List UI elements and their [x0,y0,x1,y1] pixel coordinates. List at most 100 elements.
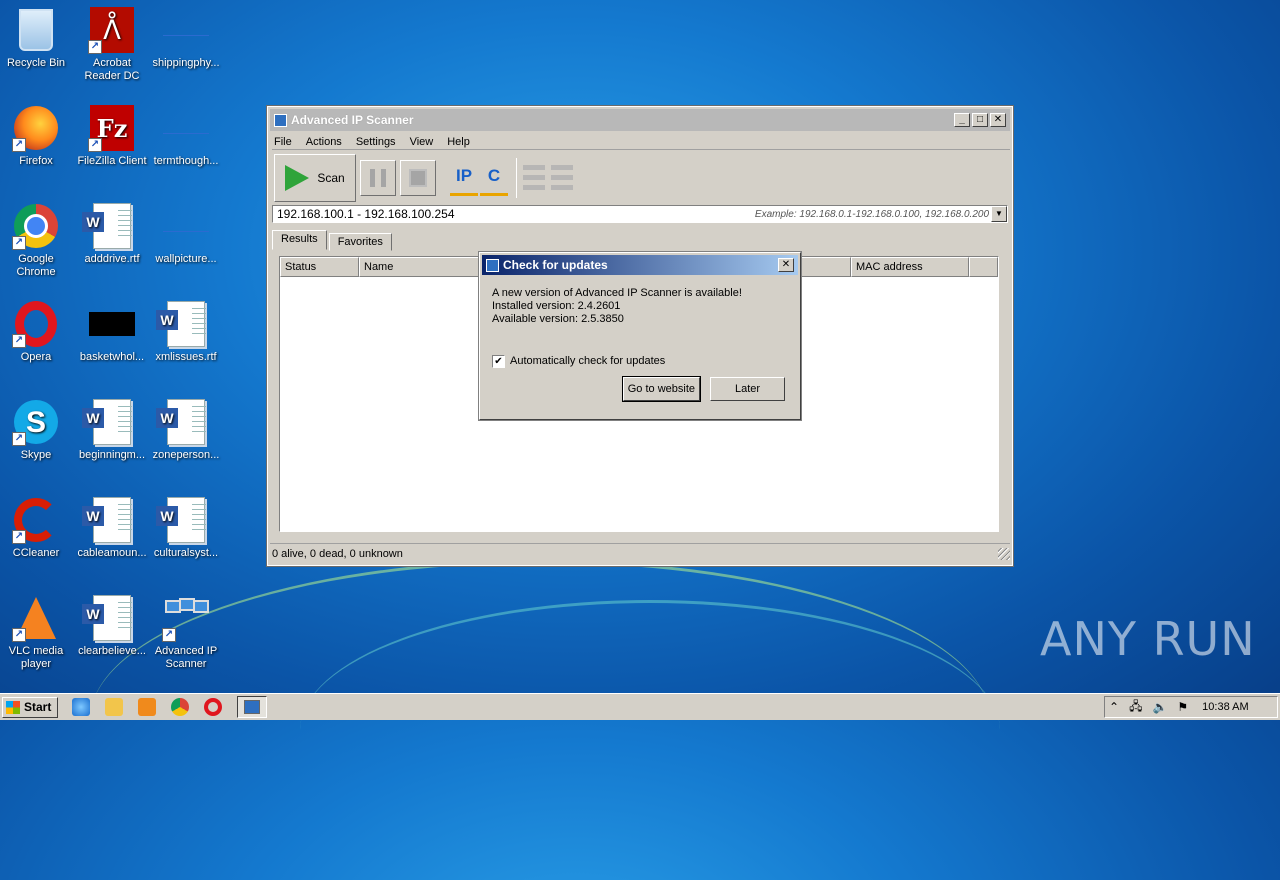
chrome-icon: ↗ [12,202,60,250]
desktop-icon-beginningm[interactable]: W beginningm... [74,398,150,462]
clock[interactable]: 10:38 AM [1202,701,1248,713]
desktop-icon-ccleaner[interactable]: ↗ CCleaner [0,496,74,560]
tab-results[interactable]: Results [272,230,327,250]
collapse-all-icon[interactable] [551,164,573,191]
desktop-icon-recycle-bin[interactable]: Recycle Bin [0,6,74,70]
update-message: A new version of Advanced IP Scanner is … [492,287,742,299]
blank-file-icon [162,104,210,152]
desktop-icon-wallpicture[interactable]: wallpicture... [148,202,224,266]
chevron-down-icon[interactable]: ▼ [991,206,1007,222]
menu-settings[interactable]: Settings [354,135,398,149]
minimize-icon[interactable]: _ [954,113,970,127]
app-icon [274,113,287,127]
recycle-bin-icon [12,6,60,54]
ip-class-button[interactable]: IP [450,160,478,196]
desktop-icon-zoneperson[interactable]: W zoneperson... [148,398,224,462]
start-button[interactable]: Start [2,696,59,718]
desktop-icon-label: Opera [20,351,52,363]
desktop-icon-label: VLC media player [8,645,64,670]
action-center-flag-icon[interactable]: ⚑ [1177,700,1188,714]
desktop-icon-label: Acrobat Reader DC [84,57,140,82]
available-version: Available version: 2.5.3850 [492,313,624,325]
skype-icon: S ↗ [12,398,60,446]
desktop-icon-xmlissues[interactable]: W xmlissues.rtf [148,300,224,364]
expand-all-icon[interactable] [523,164,545,191]
menu-help[interactable]: Help [445,135,472,149]
desktop-icon-basketwhol[interactable]: basketwhol... [74,300,150,364]
desktop-icon-acrobat[interactable]: ᐰ ↗ Acrobat Reader DC [74,6,150,83]
desktop-icon-advanced-ip-scanner[interactable]: ↗ Advanced IP Scanner [148,594,224,671]
desktop-icon-label: clearbelieve... [78,645,146,657]
desktop-icon-firefox[interactable]: ↗ Firefox [0,104,74,168]
desktop-icon-culturalsyst[interactable]: W culturalsyst... [148,496,224,560]
auto-check-label[interactable]: Automatically check for updates [510,355,665,368]
close-icon[interactable]: ✕ [990,113,1006,127]
internet-explorer-icon[interactable] [72,698,91,716]
later-button[interactable]: Later [710,377,785,401]
desktop-icon-opera[interactable]: ↗ Opera [0,300,74,364]
toolbar-separator [516,157,517,198]
start-label: Start [24,700,52,714]
desktop-icon-label: beginningm... [78,449,146,461]
desktop-icon-chrome[interactable]: ↗ Google Chrome [0,202,74,279]
chrome-icon[interactable] [171,698,190,716]
maximize-icon[interactable]: □ [972,113,988,127]
auto-check-checkbox[interactable]: ✔ [492,355,505,368]
desktop-icon-label: Skype [20,449,52,461]
ccleaner-icon: ↗ [12,496,60,544]
shortcut-arrow-icon: ↗ [12,236,26,250]
scan-button[interactable]: Scan [274,153,356,202]
explorer-folder-icon[interactable] [105,698,124,716]
ip-range-value: 192.168.100.1 - 192.168.100.254 [277,207,455,221]
desktop-icon-label: Recycle Bin [6,57,66,69]
scan-label: Scan [317,170,345,185]
menu-view[interactable]: View [408,135,436,149]
column-header-status[interactable]: Status [280,257,359,277]
menu-file[interactable]: File [272,135,294,149]
status-text: 0 alive, 0 dead, 0 unknown [272,547,403,560]
desktop-icon-filezilla[interactable]: Fz ↗ FileZilla Client [74,104,150,168]
desktop-icon-clearbelieve[interactable]: W clearbelieve... [74,594,150,658]
close-icon[interactable]: ✕ [778,258,794,272]
show-hidden-icons-icon[interactable]: ⌃ [1109,700,1119,714]
ip-range-input[interactable]: 192.168.100.1 - 192.168.100.254 Example:… [272,205,1008,223]
installed-version: Installed version: 2.4.2601 [492,300,621,312]
dialog-titlebar[interactable]: Check for updates ✕ [482,255,798,275]
network-icon[interactable]: 🖧 [1129,697,1142,718]
c-subnet-button[interactable]: C [480,160,508,196]
desktop-icon-label: adddrive.rtf [84,253,140,265]
menu-actions[interactable]: Actions [304,135,344,149]
resize-grip-icon[interactable] [998,547,1010,560]
column-header-filler [969,257,998,277]
desktop-icon-cableamoun[interactable]: W cableamoun... [74,496,150,560]
window-titlebar[interactable]: Advanced IP Scanner _ □ ✕ [270,109,1010,131]
go-to-website-button[interactable]: Go to website [621,376,702,402]
network-computers-icon [244,700,261,714]
desktop-icon-label: shippingphy... [152,57,220,69]
media-player-icon[interactable] [138,698,157,716]
pause-button[interactable] [360,159,396,196]
desktop-icon-skype[interactable]: S ↗ Skype [0,398,74,462]
taskbar-advanced-ip-scanner[interactable] [237,696,268,718]
opera-icon[interactable] [204,698,223,716]
desktop-icon-adddrive[interactable]: W adddrive.rtf [74,202,150,266]
word-document-icon: W [82,594,136,642]
firefox-icon: ↗ [12,104,60,152]
shortcut-arrow-icon: ↗ [162,628,176,642]
network-computers-icon: ↗ [162,594,210,642]
word-document-icon: W [156,496,210,544]
shortcut-arrow-icon: ↗ [88,138,102,152]
stop-button[interactable] [400,159,436,196]
tab-favorites[interactable]: Favorites [328,233,392,251]
vlc-icon: ↗ [12,594,60,642]
desktop-icon-label: cableamoun... [77,547,147,559]
word-document-icon: W [82,496,136,544]
toolbar: Scan IP C [272,149,1010,205]
desktop-icon-termthough[interactable]: termthough... [148,104,224,168]
desktop-icon-label: zoneperson... [152,449,220,461]
desktop-icon-shippingphy[interactable]: shippingphy... [148,6,224,70]
column-header-mac[interactable]: MAC address [851,257,969,277]
volume-icon[interactable]: 🔈 [1152,700,1167,714]
status-bar: 0 alive, 0 dead, 0 unknown [270,543,1010,563]
desktop-icon-vlc[interactable]: ↗ VLC media player [0,594,74,671]
